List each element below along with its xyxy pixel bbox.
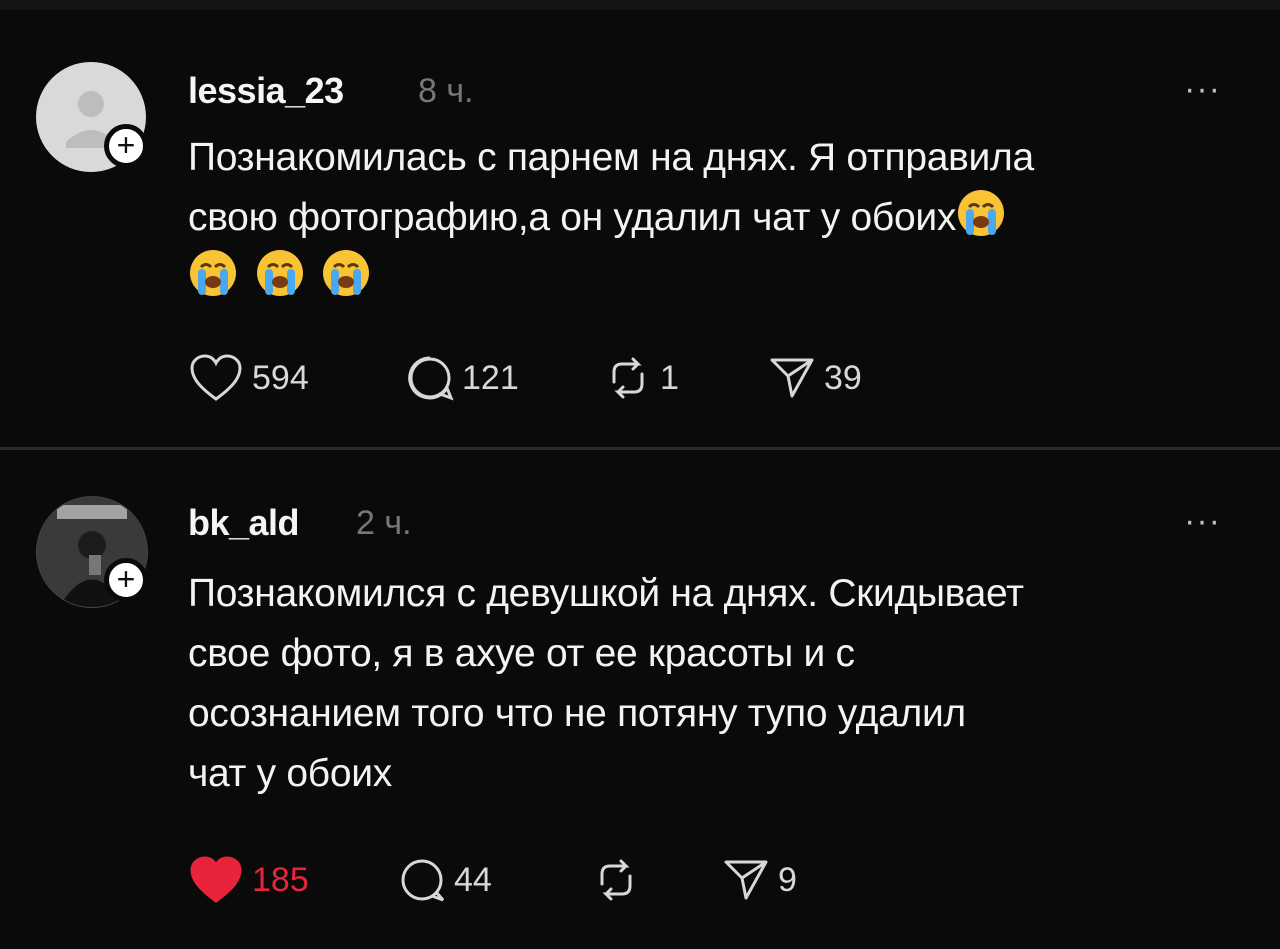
comment-icon xyxy=(408,356,454,401)
more-options-button[interactable]: ··· xyxy=(1184,70,1221,109)
post-text-line: свою фотографию,а он удалил чат у обоих xyxy=(188,188,1248,248)
post-time: 2 ч. xyxy=(356,504,412,542)
like-button[interactable]: 185 xyxy=(188,850,309,910)
share-button[interactable]: 39 xyxy=(768,348,862,408)
heart-icon xyxy=(190,354,242,401)
post[interactable]: + lessia_23 8 ч. ··· Познакомилась с пар… xyxy=(0,10,1280,447)
share-icon xyxy=(770,358,814,398)
post-time: 8 ч. xyxy=(418,72,474,110)
repost-count: 1 xyxy=(660,358,679,397)
repost-icon xyxy=(600,859,632,901)
avatar[interactable]: + xyxy=(36,62,148,174)
post-text-line: Познакомился с девушкой на днях. Скидыва… xyxy=(188,572,1024,615)
avatar[interactable]: + xyxy=(36,496,148,608)
more-options-button[interactable]: ··· xyxy=(1184,502,1221,541)
emoji-row xyxy=(188,248,1248,308)
username[interactable]: lessia_23 xyxy=(188,70,344,112)
crying-face-emoji xyxy=(256,250,303,296)
repost-button[interactable]: 1 xyxy=(604,348,679,408)
top-divider xyxy=(0,0,1280,10)
post-text-line: свое фото, я в ахуе от ее красоты и с xyxy=(188,632,855,675)
comment-count: 121 xyxy=(462,358,519,397)
crying-face-emoji xyxy=(323,250,370,296)
share-count: 9 xyxy=(778,860,797,899)
post-text: Познакомился с девушкой на днях. Скидыва… xyxy=(188,564,1248,804)
like-button[interactable]: 594 xyxy=(188,348,309,408)
comment-icon xyxy=(401,859,445,902)
comment-button[interactable]: 44 xyxy=(398,850,492,910)
crying-face-emoji xyxy=(190,250,236,296)
username[interactable]: bk_ald xyxy=(188,502,300,544)
heart-filled-icon xyxy=(190,856,242,903)
like-count: 185 xyxy=(252,860,309,899)
crying-face-emoji xyxy=(958,190,1005,236)
post-text: Познакомилась с парнем на днях. Я отправ… xyxy=(188,128,1248,308)
repost-button[interactable] xyxy=(592,850,648,910)
follow-plus-button[interactable]: + xyxy=(104,124,148,168)
post-text-line: осознанием того что не потяну тупо удали… xyxy=(188,692,966,735)
comment-count: 44 xyxy=(454,860,492,899)
like-count: 594 xyxy=(252,358,309,397)
share-count: 39 xyxy=(824,358,862,397)
repost-icon xyxy=(612,357,644,399)
post-text-line: Познакомилась с парнем на днях. Я отправ… xyxy=(188,136,1034,179)
post-text-line: чат у обоих xyxy=(188,752,392,795)
comment-button[interactable]: 121 xyxy=(406,348,519,408)
follow-plus-button[interactable]: + xyxy=(104,558,148,602)
share-icon xyxy=(724,860,768,900)
share-button[interactable]: 9 xyxy=(722,850,797,910)
post[interactable]: + bk_ald 2 ч. ··· Познакомился с девушко… xyxy=(0,450,1280,949)
